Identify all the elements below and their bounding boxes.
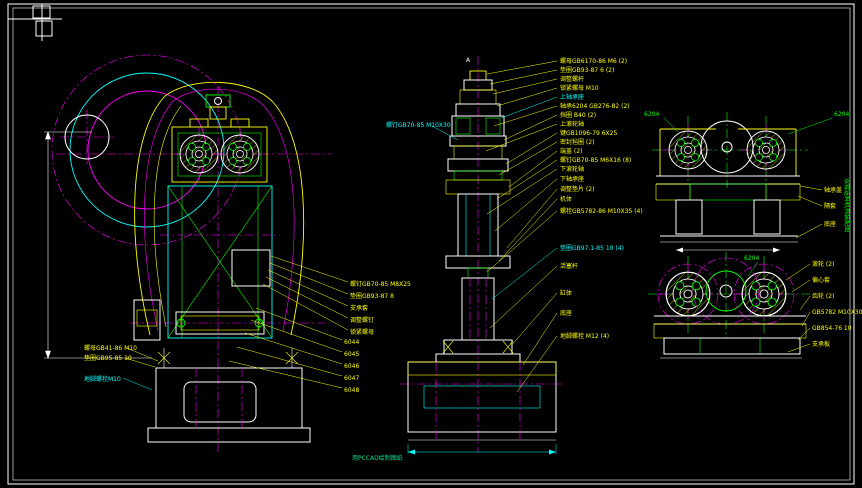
callout-label: 齿轮 (2) (812, 292, 834, 300)
callout-label: 缸体 (560, 289, 572, 297)
callout-label: 轴承盖 (824, 186, 842, 194)
frame-arms (134, 81, 304, 336)
callout-label: 键GB1096-79 6X25 (560, 129, 617, 137)
bearing-code-label: 6204 (834, 111, 849, 118)
bottom-section-view (648, 252, 812, 359)
bearing-code-label: 6204 (644, 111, 659, 118)
cad-viewport: 螺钉GB70-85 M8X25 垫圈GB93-87 8 支承套 调整螺钉 锁紧螺… (0, 0, 862, 488)
item-number: 6045 (344, 351, 359, 358)
callout-label: 垫圈GB95-85 10 (84, 354, 132, 362)
front-view (44, 54, 332, 452)
callout-label: 机体 (560, 195, 572, 203)
side-view: A 螺钉GB70-85 M10X30 (386, 56, 564, 455)
machine-base (147, 348, 311, 443)
callout-label: 地脚螺栓M10 (84, 375, 121, 383)
callout-label: 端盖 (2) (560, 147, 582, 155)
callout-label: 下轴承座 (560, 175, 584, 183)
roller-bearing-right (213, 127, 267, 181)
front-view-callouts: 螺钉GB70-85 M8X25 垫圈GB93-87 8 支承套 调整螺钉 锁紧螺… (84, 255, 411, 394)
callout-label: 上轴承座 (560, 93, 584, 101)
callout-label: GB854-76 10 (812, 325, 852, 332)
callout-label: 调整螺杆 (560, 75, 584, 83)
item-number: 6044 (344, 339, 359, 346)
registration-marks (8, 4, 62, 41)
callout-label: 地脚螺栓 M12 (4) (560, 332, 609, 340)
callout-label: 上滚轮轴 (560, 120, 584, 128)
section-label: A (466, 57, 471, 64)
callout-label: 密封毡圈 (2) (560, 138, 594, 146)
drawing-title-vertical: 双辊送料机构装配图 (843, 178, 851, 232)
callout-label: 锁紧螺母 M10 (560, 84, 599, 92)
callout-label: 底座 (560, 309, 572, 317)
callout-label: 支承板 (812, 340, 830, 348)
callout-label: 调整螺钉 (350, 316, 374, 324)
side-view-callouts: 螺母GB6170-86 M6 (2) 垫圈GB93-87 6 (2) 调整螺杆 … (485, 57, 643, 393)
gear-bearing-left (657, 263, 719, 325)
roller-housing (171, 94, 268, 183)
callout-label: 锁紧螺母 (350, 328, 374, 336)
callout-label: 螺钉GB70-85 M10X30 (386, 121, 451, 129)
callout-label: 螺栓GB5782-86 M10X35 (4) (560, 207, 643, 215)
callout-label: 垫圈GB93-87 8 (350, 292, 394, 300)
center-column (133, 185, 280, 341)
item-number: 6048 (344, 387, 359, 394)
cad-drawing: 螺钉GB70-85 M8X25 垫圈GB93-87 8 支承套 调整螺钉 锁紧螺… (7, 3, 862, 485)
footer-note: 用PCCAD绘制图纸 (352, 454, 403, 462)
callout-label: 垫圈GB97.1-85 10 (4) (560, 244, 624, 252)
bearing-code-label: 6204 (744, 255, 759, 262)
item-number: 6046 (344, 363, 359, 370)
callout-label: 支承套 (350, 304, 368, 312)
callout-label: GB5782 M10X30 (812, 309, 862, 316)
callout-label: 底座 (824, 220, 836, 228)
callout-label: 螺钉GB70-85 M6X16 (8) (560, 156, 631, 164)
item-number: 6047 (344, 375, 359, 382)
callout-label: 隔套 (824, 202, 836, 210)
callout-label: 活塞杆 (560, 262, 578, 270)
callout-label: 调整垫片 (2) (560, 185, 594, 193)
callout-label: 轴承6204 GB276-82 (2) (560, 102, 630, 110)
top-section-view (652, 112, 808, 253)
side-view-base (400, 361, 564, 455)
gear-bearing-right (733, 263, 795, 325)
callout-label: 螺母GB41-86 M10 (84, 344, 137, 352)
callout-label: 下滚轮轴 (560, 165, 584, 173)
callout-label: 偏心套 (812, 276, 830, 284)
callout-label: 挡圈 B40 (2) (560, 111, 596, 119)
callout-label: 垫圈GB93-87 6 (2) (560, 66, 614, 74)
callout-label: 螺钉GB70-85 M8X25 (350, 280, 411, 288)
callout-label: 螺母GB6170-86 M6 (2) (560, 57, 627, 65)
callout-label: 滚轮 (2) (812, 260, 834, 268)
